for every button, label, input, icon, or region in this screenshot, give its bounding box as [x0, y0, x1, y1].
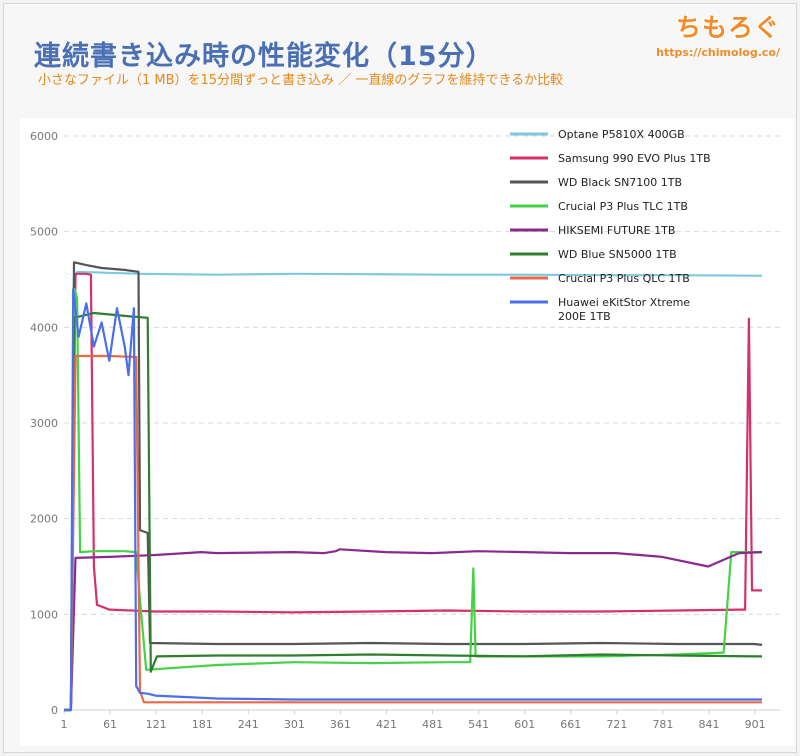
chart-subtitle: 小さなファイル（1 MB）を15分間ずっと書き込み ／ 一直線のグラフを維持でき… — [38, 73, 564, 88]
series-line-7 — [64, 288, 762, 712]
logo-mark: ちもろぐ — [675, 13, 780, 42]
legend-label-1: Samsung 990 EVO Plus 1TB — [558, 152, 711, 165]
x-tick-label-481: 481 — [422, 718, 443, 731]
legend-label-3: Crucial P3 Plus TLC 1TB — [558, 200, 688, 213]
x-tick-label-541: 541 — [468, 718, 489, 731]
x-tick-label-121: 121 — [146, 718, 167, 731]
y-tick-label-3000: 3000 — [30, 417, 58, 430]
plot-area: 0 1000 2000 3000 4000 5000 6000 1 61 121 181 241 301… — [20, 118, 795, 746]
x-tick-label-721: 721 — [606, 718, 627, 731]
chart-title: 連続書き込み時の性能変化（15分） — [34, 41, 494, 72]
y-tick-label-0: 0 — [51, 704, 58, 717]
line-chart: 0 1000 2000 3000 4000 5000 6000 1 61 121 181 241 301… — [30, 128, 780, 731]
y-tick-label-1000: 1000 — [30, 608, 58, 621]
y-tick-label-2000: 2000 — [30, 513, 58, 526]
y-tick-label-5000: 5000 — [30, 226, 58, 239]
legend-label-2: WD Black SN7100 1TB — [558, 176, 682, 189]
x-tick-label-61: 61 — [103, 718, 117, 731]
x-tick-label-781: 781 — [652, 718, 673, 731]
y-tick-label-4000: 4000 — [30, 321, 58, 334]
series-line-3 — [64, 288, 762, 712]
x-tick-label-601: 601 — [514, 718, 535, 731]
x-tick-label-241: 241 — [238, 718, 259, 731]
x-tick-label-301: 301 — [284, 718, 305, 731]
legend-label-0: Optane P5810X 400GB — [558, 128, 685, 141]
logo-url[interactable]: https://chimolog.co/ — [656, 46, 780, 59]
legend-label-6: Crucial P3 Plus QLC 1TB — [558, 272, 690, 285]
x-tick-label-181: 181 — [192, 718, 213, 731]
x-tick-label-361: 361 — [330, 718, 351, 731]
x-tick-label-421: 421 — [376, 718, 397, 731]
x-tick-label-661: 661 — [560, 718, 581, 731]
legend-label-7: Huawei eKitStor Xtreme — [558, 296, 690, 309]
x-tick-label-1: 1 — [61, 718, 68, 731]
legend-label-7-line2: 200E 1TB — [558, 310, 611, 323]
series-line-2 — [64, 261, 763, 712]
y-tick-label-6000: 6000 — [30, 130, 58, 143]
legend-label-4: HIKSEMI FUTURE 1TB — [558, 224, 675, 237]
series-line-5 — [64, 311, 762, 712]
legend-label-5: WD Blue SN5000 1TB — [558, 248, 677, 261]
site-logo[interactable]: ちもろぐ https://chimolog.co/ — [656, 8, 780, 59]
x-tick-label-841: 841 — [699, 718, 720, 731]
x-tick-label-901: 901 — [745, 718, 766, 731]
series-line-4 — [64, 548, 763, 712]
